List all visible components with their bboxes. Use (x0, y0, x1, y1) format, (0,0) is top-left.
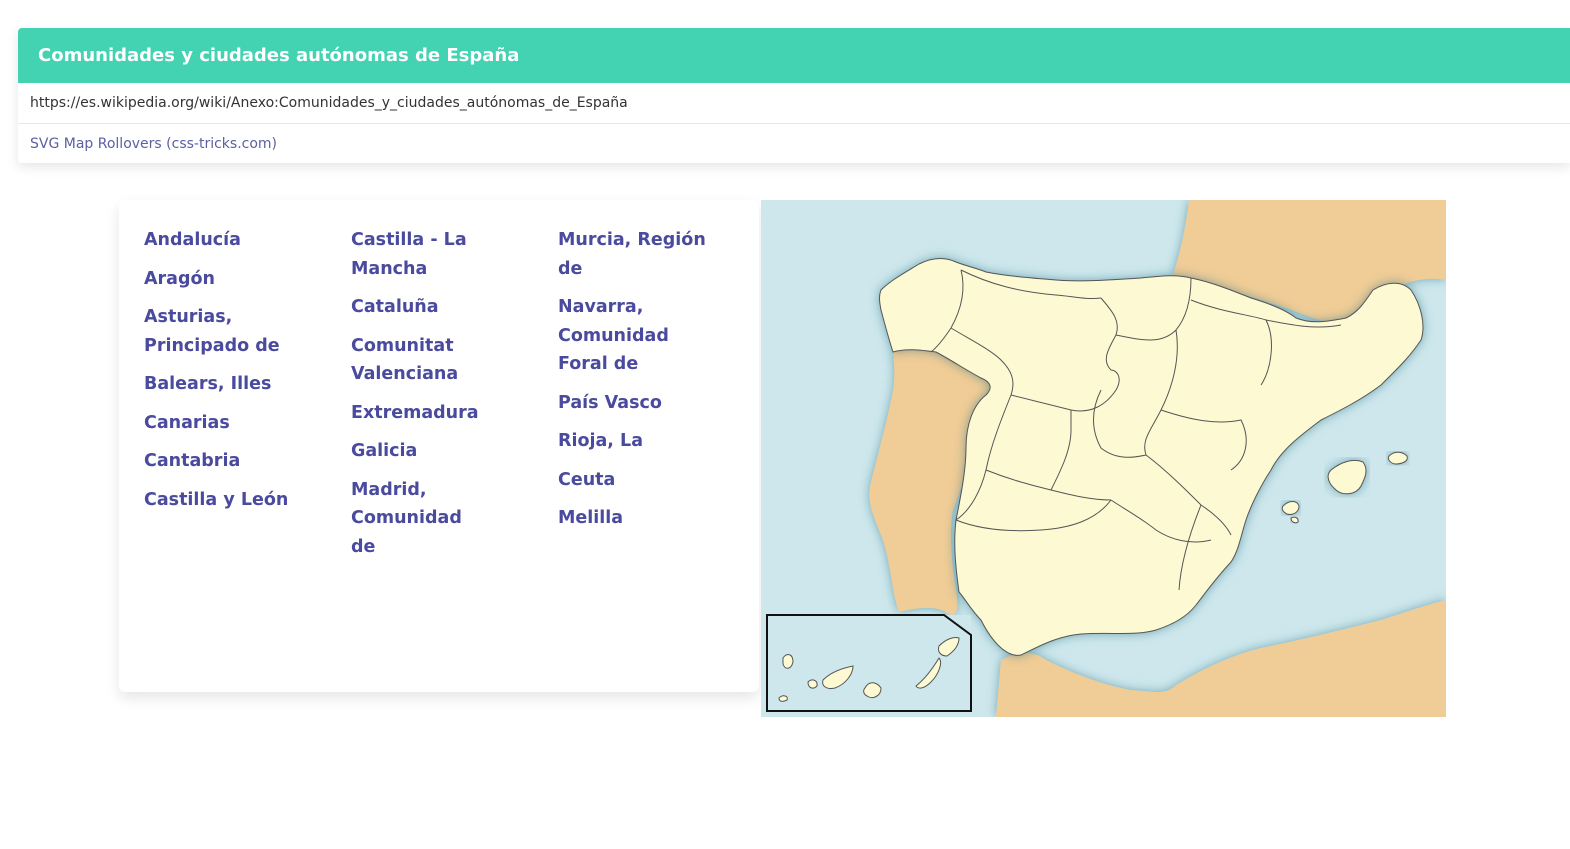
region-link-murcia[interactable]: Murcia, Región de (558, 226, 733, 283)
regions-list-card: Andalucía Aragón Asturias, Principado de… (119, 200, 759, 692)
header-card: Comunidades y ciudades autónomas de Espa… (18, 28, 1570, 163)
region-link-valenciana[interactable]: Comunitat Valenciana (351, 332, 471, 389)
region-link-asturias[interactable]: Asturias, Principado de (144, 303, 284, 360)
region-link-rioja[interactable]: Rioja, La (558, 427, 738, 456)
region-link-cantabria[interactable]: Cantabria (144, 447, 324, 476)
region-link-aragon[interactable]: Aragón (144, 265, 324, 294)
region-link-extremadura[interactable]: Extremadura (351, 399, 531, 428)
canary-la-gomera[interactable] (807, 679, 818, 689)
region-link-andalucia[interactable]: Andalucía (144, 226, 324, 255)
region-link-navarra[interactable]: Navarra, Comunidad Foral de (558, 293, 718, 379)
regions-column-1: Andalucía Aragón Asturias, Principado de… (144, 226, 324, 524)
region-link-pais-vasco[interactable]: País Vasco (558, 389, 738, 418)
region-link-melilla[interactable]: Melilla (558, 504, 738, 533)
region-link-canarias[interactable]: Canarias (144, 409, 324, 438)
regions-column-3: Murcia, Región de Navarra, Comunidad For… (558, 226, 738, 543)
region-link-castilla-la-mancha[interactable]: Castilla - La Mancha (351, 226, 471, 283)
spain-map-svg (761, 200, 1446, 717)
menorca-island[interactable] (1387, 451, 1408, 465)
page-title: Comunidades y ciudades autónomas de Espa… (38, 45, 520, 66)
header-title-bar: Comunidades y ciudades autónomas de Espa… (18, 28, 1570, 83)
regions-column-2: Castilla - La Mancha Cataluña Comunitat … (351, 226, 531, 571)
region-link-cataluna[interactable]: Cataluña (351, 293, 531, 322)
canary-el-hierro[interactable] (778, 695, 788, 702)
spain-map (761, 200, 1446, 717)
canary-islands-inset (766, 614, 972, 712)
region-link-madrid[interactable]: Madrid, Comunidad de (351, 476, 491, 562)
css-tricks-link[interactable]: SVG Map Rollovers (css-tricks.com) (18, 124, 1570, 163)
region-link-baleares[interactable]: Balears, Illes (144, 370, 324, 399)
canary-la-palma[interactable] (782, 654, 794, 669)
region-link-castilla-leon[interactable]: Castilla y León (144, 486, 324, 515)
region-link-galicia[interactable]: Galicia (351, 437, 531, 466)
region-link-ceuta[interactable]: Ceuta (558, 466, 738, 495)
source-url: https://es.wikipedia.org/wiki/Anexo:Comu… (18, 83, 1570, 124)
